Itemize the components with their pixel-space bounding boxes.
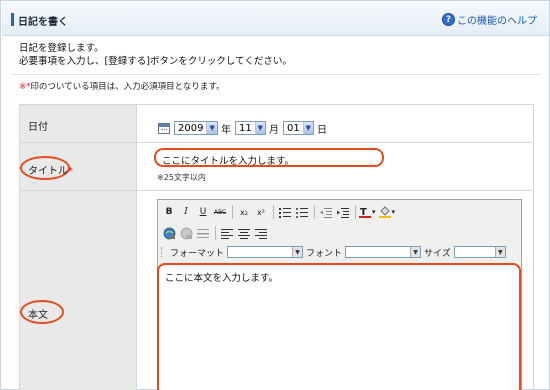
form-table: 日付 タイトル* 本文 2009 ▼ 年 11 ▼ 月 01 ▼ 日 ここにタイ… xyxy=(19,104,534,390)
italic-button[interactable]: I xyxy=(178,204,194,220)
toolbar-separator xyxy=(232,205,233,219)
subscript-button[interactable]: x₂ xyxy=(236,204,252,220)
day-value: 01 xyxy=(287,122,300,134)
align-center-icon[interactable] xyxy=(236,225,252,241)
day-unit: 日 xyxy=(317,124,327,136)
year-unit: 年 xyxy=(221,124,231,136)
superscript-button[interactable]: x² xyxy=(253,204,269,220)
toolbar-row-2 xyxy=(161,224,270,242)
size-label: サイズ xyxy=(424,248,451,259)
format-label: フォーマット xyxy=(170,248,225,259)
format-row: フォーマット ▼ フォント ▼ サイズ ▼ xyxy=(161,245,506,259)
rich-text-editor: B I U ABC x₂ x² T ▾ ▾ フォーマット ▼ フォント ▼ サイ… xyxy=(157,199,522,390)
year-select[interactable]: 2009 ▼ xyxy=(174,121,218,135)
body-label: 本文 xyxy=(28,310,48,321)
font-select[interactable]: ▼ xyxy=(345,246,422,258)
row-divider xyxy=(20,142,533,143)
chevron-down-icon: ▼ xyxy=(410,247,421,257)
required-note-star: ※* xyxy=(19,82,31,92)
title-length-hint: ※25文字以内 xyxy=(157,173,206,182)
intro-line-2: 必要事項を入力し、[登録する]ボタンをクリックしてください。 xyxy=(19,56,292,67)
toolbar-separator xyxy=(215,226,216,240)
date-picker: 2009 ▼ 年 11 ▼ 月 01 ▼ 日 xyxy=(158,120,331,136)
link-icon[interactable] xyxy=(161,225,177,241)
horizontal-rule-icon[interactable] xyxy=(195,225,211,241)
required-note: ※*印のついている項目は、入力必須項目となります。 xyxy=(19,80,225,92)
font-label: フォント xyxy=(306,248,343,259)
chevron-down-icon: ▼ xyxy=(302,122,313,134)
numbered-list-icon[interactable] xyxy=(277,204,293,220)
month-value: 11 xyxy=(239,122,252,134)
month-unit: 月 xyxy=(269,124,279,136)
title-accent-bar xyxy=(11,13,14,26)
chevron-down-icon: ▼ xyxy=(292,247,303,257)
bold-button[interactable]: B xyxy=(161,204,177,220)
divider xyxy=(11,74,541,75)
title-input[interactable]: ここにタイトルを入力します。 xyxy=(154,148,384,167)
toolbar-separator xyxy=(273,205,274,219)
calendar-icon[interactable] xyxy=(158,122,170,134)
row-divider xyxy=(20,190,533,191)
chevron-down-icon: ▼ xyxy=(494,247,505,257)
format-select[interactable]: ▼ xyxy=(227,246,304,258)
diary-form-panel: 日記を書く ? この機能のヘルプ 日記を登録します。 必要事項を入力し、[登録す… xyxy=(0,0,550,390)
background-color-button[interactable]: ▾ xyxy=(378,204,396,220)
chevron-down-icon: ▼ xyxy=(254,122,265,134)
month-select[interactable]: 11 ▼ xyxy=(235,121,266,135)
underline-button[interactable]: U xyxy=(195,204,211,220)
label-column xyxy=(20,105,137,390)
body-textarea[interactable]: ここに本文を入力します。 xyxy=(157,263,521,390)
year-value: 2009 xyxy=(178,122,204,134)
required-mark: * xyxy=(68,166,73,177)
unlink-icon[interactable] xyxy=(178,225,194,241)
intro-text: 日記を登録します。 必要事項を入力し、[登録する]ボタンをクリックしてください。 xyxy=(19,42,292,68)
indent-icon[interactable] xyxy=(335,204,351,220)
align-right-icon[interactable] xyxy=(253,225,269,241)
title-label-text: タイトル xyxy=(28,166,68,177)
toolbar-separator xyxy=(314,205,315,219)
strikethrough-button[interactable]: ABC xyxy=(212,204,228,220)
chevron-down-icon: ▾ xyxy=(372,208,376,216)
help-link[interactable]: ? この機能のヘルプ xyxy=(442,12,537,27)
align-left-icon[interactable] xyxy=(219,225,235,241)
page-title: 日記を書く xyxy=(18,17,68,28)
intro-line-1: 日記を登録します。 xyxy=(19,43,104,54)
day-select[interactable]: 01 ▼ xyxy=(283,121,314,135)
title-label: タイトル* xyxy=(28,162,73,177)
date-label: 日付 xyxy=(28,122,48,133)
size-select[interactable]: ▼ xyxy=(453,246,506,258)
text-color-button[interactable]: T ▾ xyxy=(359,204,376,220)
help-icon: ? xyxy=(442,13,455,26)
required-note-text: 印のついている項目は、入力必須項目となります。 xyxy=(30,82,225,92)
bullet-list-icon[interactable] xyxy=(294,204,310,220)
toolbar-grip xyxy=(161,247,166,257)
toolbar-row-1: B I U ABC x₂ x² T ▾ ▾ xyxy=(161,203,395,221)
help-link-label: この機能のヘルプ xyxy=(457,16,537,27)
title-bar: 日記を書く ? この機能のヘルプ xyxy=(2,2,549,36)
outdent-icon[interactable] xyxy=(318,204,334,220)
toolbar-separator xyxy=(355,205,356,219)
editor-toolbar: B I U ABC x₂ x² T ▾ ▾ フォーマット ▼ フォント ▼ サイ… xyxy=(158,200,521,262)
chevron-down-icon: ▼ xyxy=(206,122,217,134)
chevron-down-icon: ▾ xyxy=(391,208,396,216)
